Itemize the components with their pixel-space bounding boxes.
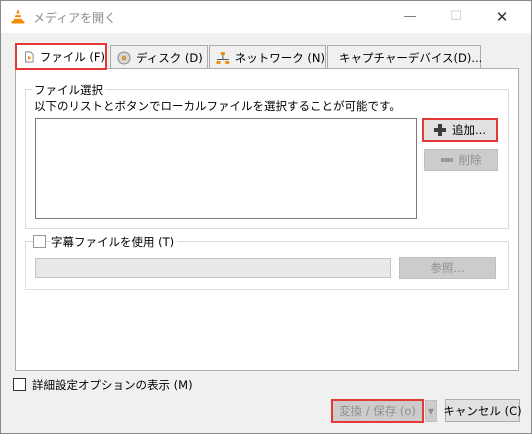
file-list[interactable] — [35, 118, 417, 219]
convert-dropdown-arrow[interactable]: ▼ — [425, 400, 437, 422]
file-play-icon — [25, 51, 34, 62]
source-tabs: ファイル (F) ディスク (D) ネットワーク (N) キャプチャーデバイス(… — [15, 43, 519, 70]
title-bar: メディアを開く — ☐ ✕ — [1, 1, 531, 33]
window-title: メディアを開く — [33, 11, 117, 25]
tab-capture-device-label: キャプチャーデバイス(D)... — [339, 50, 483, 65]
file-selection-description: 以下のリストとボタンでローカルファイルを選択することが可能です。 — [34, 99, 401, 113]
tab-file-label: ファイル (F) — [39, 49, 105, 64]
tab-file[interactable]: ファイル (F) — [15, 43, 107, 70]
add-file-label: 追加... — [452, 123, 486, 137]
remove-file-button[interactable]: 削除 — [424, 149, 498, 171]
tab-network[interactable]: ネットワーク (N) — [209, 45, 326, 69]
tab-disc-label: ディスク (D) — [136, 50, 203, 65]
tab-network-label: ネットワーク (N) — [234, 50, 325, 65]
maximize-button[interactable]: ☐ — [433, 1, 479, 32]
minus-icon — [440, 158, 453, 162]
show-advanced-checkbox[interactable] — [13, 378, 26, 391]
remove-file-label: 削除 — [458, 153, 482, 167]
tab-capture-device[interactable]: キャプチャーデバイス(D)... — [327, 45, 483, 69]
use-subtitle-label: 字幕ファイルを使用 (T) — [51, 234, 178, 250]
convert-save-button[interactable]: 変換 / 保存 (o) — [331, 399, 424, 423]
subtitle-file-field[interactable] — [35, 258, 391, 278]
network-icon — [216, 51, 230, 64]
cancel-button[interactable]: キャンセル (C) — [443, 399, 522, 422]
disc-icon — [117, 51, 131, 64]
use-subtitle-checkbox[interactable] — [33, 235, 46, 248]
show-advanced-label: 詳細設定オプションの表示 (M) — [32, 378, 193, 392]
file-tab-panel: ファイル選択 以下のリストとボタンでローカルファイルを選択することが可能です。 … — [15, 68, 519, 371]
vlc-cone-icon — [11, 9, 25, 24]
add-file-button[interactable]: 追加... — [422, 118, 498, 142]
file-selection-title: ファイル選択 — [32, 82, 105, 98]
browse-subtitle-button[interactable]: 参照... — [399, 257, 496, 279]
plus-icon — [434, 124, 447, 136]
close-button[interactable]: ✕ — [479, 1, 525, 32]
open-media-dialog: メディアを開く — ☐ ✕ ファイル (F) ディスク (D) ネットワーク (… — [0, 0, 532, 434]
tab-disc[interactable]: ディスク (D) — [110, 45, 208, 69]
minimize-button[interactable]: — — [387, 1, 433, 32]
